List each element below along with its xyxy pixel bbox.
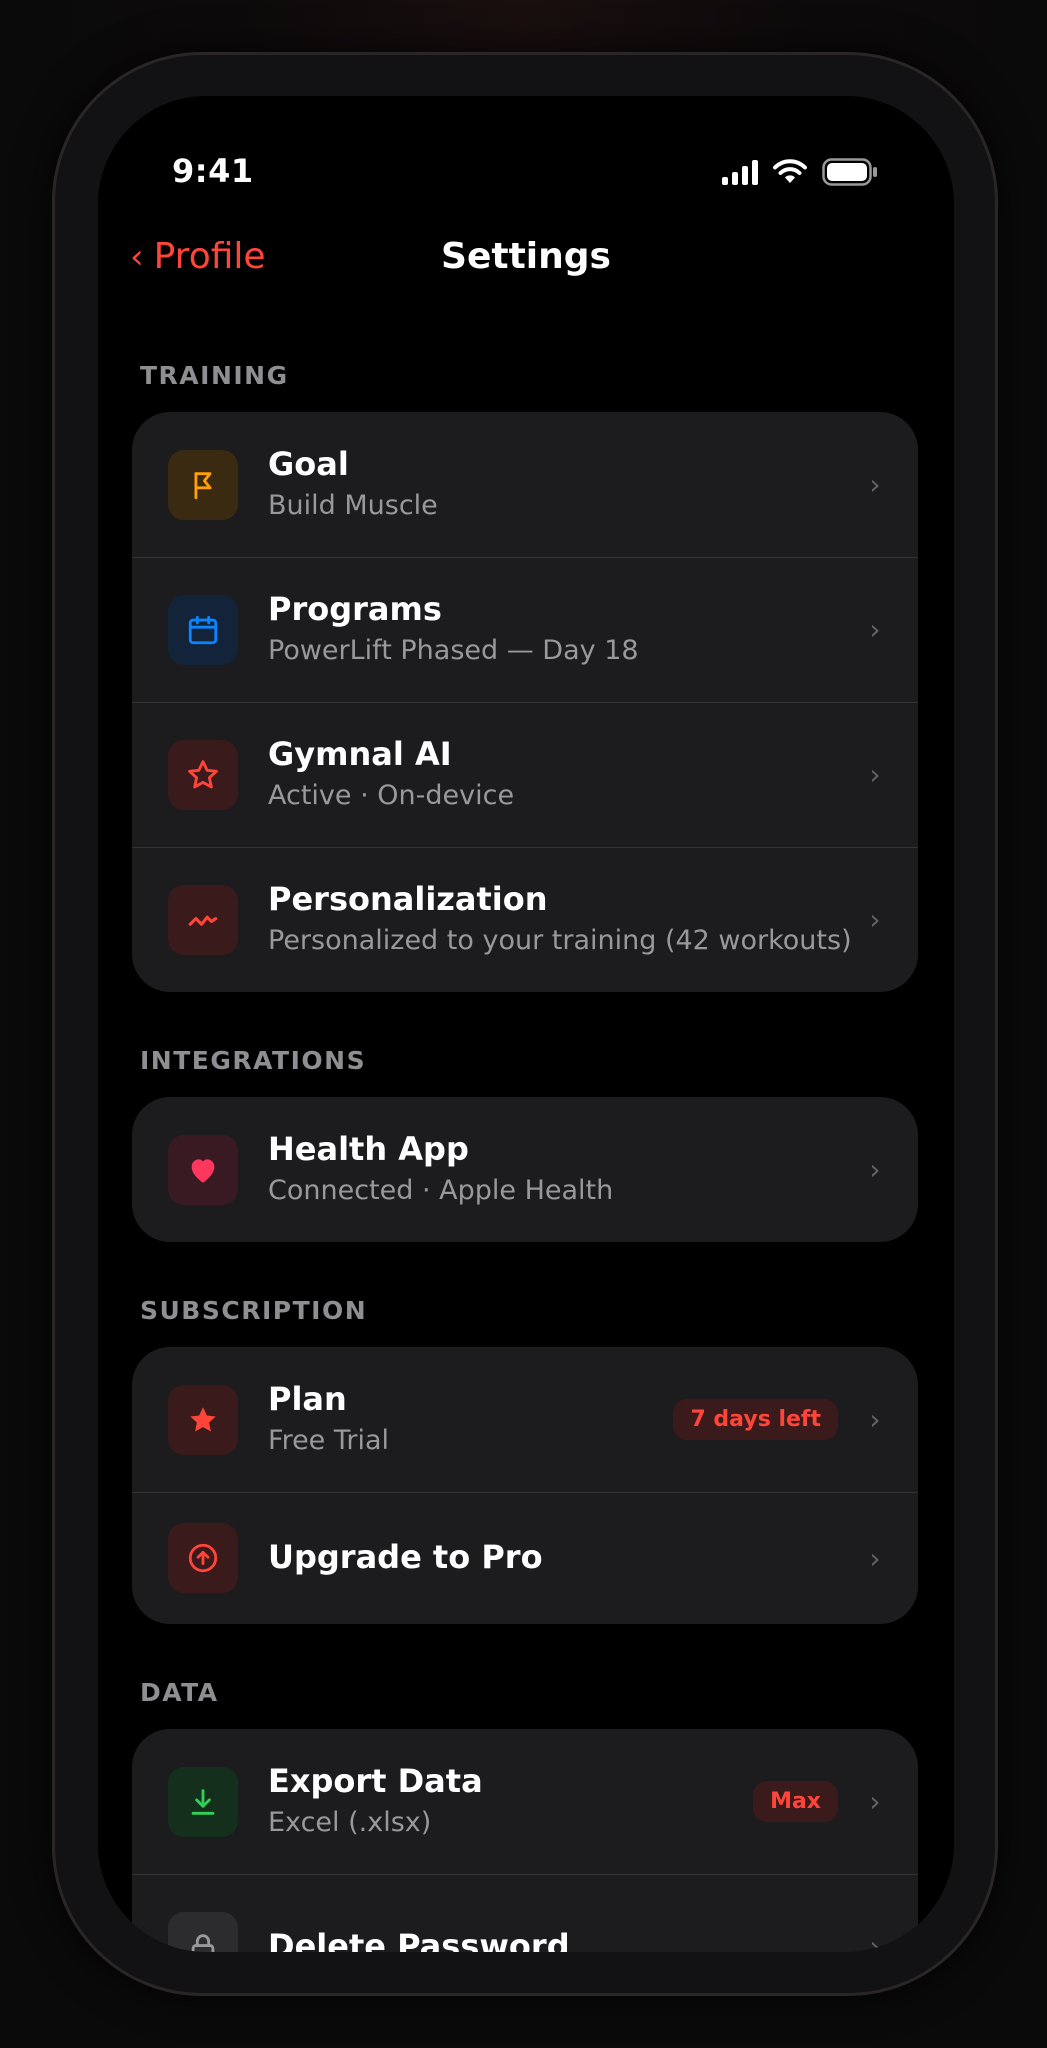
wifi-icon <box>773 159 807 183</box>
status-time: 9:41 <box>172 152 254 190</box>
star-outline-icon <box>168 739 238 810</box>
row-subtitle: Personalized to your training (42 workou… <box>268 925 852 957</box>
chevron-right-icon: › <box>869 758 881 791</box>
settings-row-health-app[interactable]: Health App Connected · Apple Health › <box>132 1097 918 1242</box>
row-title: Personalization <box>268 880 548 919</box>
row-subtitle: Build Muscle <box>268 490 438 522</box>
settings-row-plan[interactable]: Plan Free Trial 7 days left › <box>132 1347 918 1492</box>
section-label-subscription: SUBSCRIPTION <box>140 1296 368 1325</box>
nav-bar: ‹ Profile Settings <box>98 236 954 316</box>
settings-list: TRAINING Goal Build Muscle › Programs Po <box>132 361 918 1952</box>
row-subtitle: Free Trial <box>268 1425 390 1457</box>
group-subscription: Plan Free Trial 7 days left › Upgrade to… <box>132 1347 918 1624</box>
row-subtitle: PowerLift Phased — Day 18 <box>268 635 639 667</box>
chevron-right-icon: › <box>869 1153 881 1186</box>
row-subtitle: Active · On-device <box>268 780 515 812</box>
calendar-icon <box>168 594 238 665</box>
row-title: Export Data <box>268 1762 483 1801</box>
settings-row-personalization[interactable]: Personalization Personalized to your tra… <box>132 847 918 992</box>
trial-badge: 7 days left <box>673 1399 838 1440</box>
battery-icon <box>822 158 877 186</box>
flag-icon <box>168 449 238 520</box>
chevron-right-icon: › <box>869 1930 881 1952</box>
chevron-right-icon: › <box>869 903 881 936</box>
phone-screen: 9:41 ‹ Profile Settings TRAINING Goal Bu… <box>98 96 954 1952</box>
section-label-integrations: INTEGRATIONS <box>140 1046 367 1075</box>
arrow-up-circle-icon <box>168 1523 238 1593</box>
row-title: Programs <box>268 590 442 629</box>
settings-row-delete-password[interactable]: Delete Password › <box>132 1874 918 1952</box>
section-label-data: DATA <box>140 1678 219 1707</box>
chevron-right-icon: › <box>869 1541 881 1575</box>
download-icon <box>168 1766 238 1837</box>
row-title: Delete Password <box>268 1926 570 1952</box>
chevron-right-icon: › <box>869 1403 881 1436</box>
row-title: Goal <box>268 445 349 484</box>
row-title: Upgrade to Pro <box>268 1538 543 1577</box>
settings-row-export-data[interactable]: Export Data Excel (.xlsx) Max › <box>132 1729 918 1874</box>
status-bar: 9:41 <box>98 96 954 216</box>
star-filled-icon <box>168 1384 238 1455</box>
heart-icon <box>168 1134 238 1205</box>
row-title: Plan <box>268 1380 347 1419</box>
row-title: Health App <box>268 1130 469 1169</box>
settings-row-gymnal-ai[interactable]: Gymnal AI Active · On-device › <box>132 702 918 847</box>
cellular-signal-icon <box>722 159 758 185</box>
settings-row-programs[interactable]: Programs PowerLift Phased — Day 18 › <box>132 557 918 702</box>
group-training: Goal Build Muscle › Programs PowerLift P… <box>132 412 918 992</box>
section-label-training: TRAINING <box>140 361 289 390</box>
row-title: Gymnal AI <box>268 735 452 774</box>
group-integrations: Health App Connected · Apple Health › <box>132 1097 918 1242</box>
status-icons <box>722 158 878 186</box>
chevron-right-icon: › <box>869 468 881 501</box>
page-title: Settings <box>441 236 611 277</box>
activity-icon <box>168 884 238 955</box>
chevron-right-icon: › <box>869 613 881 646</box>
settings-row-goal[interactable]: Goal Build Muscle › <box>132 412 918 557</box>
group-data: Export Data Excel (.xlsx) Max › Delete P… <box>132 1729 918 1952</box>
max-badge: Max <box>753 1781 838 1822</box>
row-subtitle: Connected · Apple Health <box>268 1175 614 1207</box>
row-subtitle: Excel (.xlsx) <box>268 1807 432 1839</box>
lock-icon <box>168 1911 238 1952</box>
chevron-right-icon: › <box>869 1785 881 1818</box>
settings-row-upgrade[interactable]: Upgrade to Pro › <box>132 1492 918 1624</box>
